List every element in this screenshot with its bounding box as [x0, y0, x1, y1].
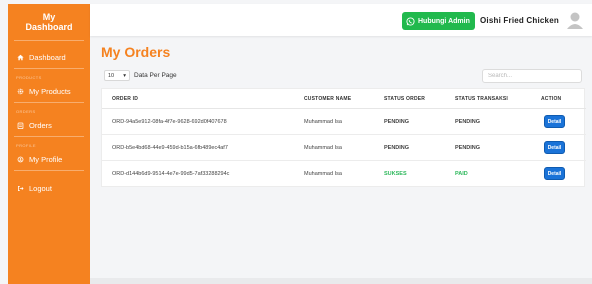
per-page-value: 10	[108, 72, 115, 79]
sidebar-item-label: Logout	[29, 183, 52, 193]
detail-button[interactable]: Detail	[544, 167, 565, 180]
orders-table: ORDER ID CUSTOMER NAME STATUS ORDER STAT…	[101, 88, 586, 187]
sidebar-item-orders[interactable]: Orders	[8, 114, 90, 136]
status-order-cell: SUKSES	[384, 171, 407, 177]
search-input[interactable]	[482, 69, 582, 83]
table-row: ORD-94a5e912-08fa-4f7e-9628-692d0f407678…	[102, 109, 586, 135]
sidebar-item-logout[interactable]: Logout	[8, 177, 90, 199]
sidebar-item-products[interactable]: My Products	[8, 80, 90, 102]
order-id-cell: ORD-d144b6d9-9514-4e7e-99d5-7af33288294c	[112, 171, 230, 177]
column-header-status-transaksi: STATUS TRANSAKSI	[455, 96, 509, 102]
contact-admin-button[interactable]: Hubungi Admin	[402, 12, 475, 30]
customer-name-cell: Muhammad Isa	[304, 119, 342, 125]
table-toolbar: 10 ▾ Data Per Page	[104, 70, 177, 81]
detail-button[interactable]: Detail	[544, 115, 565, 128]
user-gear-icon	[16, 155, 24, 163]
sidebar-item-profile[interactable]: My Profile	[8, 148, 90, 170]
status-order-cell: PENDING	[384, 119, 410, 125]
detail-button[interactable]: Detail	[544, 141, 565, 154]
sidebar: My Dashboard Dashboard PRODUCTS My Produ…	[8, 4, 90, 284]
table-header: ORDER ID CUSTOMER NAME STATUS ORDER STAT…	[102, 89, 586, 109]
brand-line-1: My	[42, 12, 56, 22]
app-root: My Dashboard Dashboard PRODUCTS My Produ…	[0, 0, 592, 284]
status-transaksi-cell: PENDING	[455, 119, 481, 125]
avatar[interactable]	[565, 10, 585, 30]
column-header-customer-name: CUSTOMER NAME	[304, 96, 352, 102]
sidebar-item-label: My Products	[29, 86, 71, 96]
column-header-order-id: ORDER ID	[112, 96, 139, 102]
brand-line-2: Dashboard	[25, 22, 73, 32]
gear-icon	[16, 87, 24, 95]
status-transaksi-cell: PAID	[455, 171, 468, 177]
order-id-cell: ORD-94a5e912-08fa-4f7e-9628-692d0f407678	[112, 119, 227, 125]
column-header-status-order: STATUS ORDER	[384, 96, 426, 102]
store-name: Oishi Fried Chicken	[480, 16, 559, 25]
customer-name-cell: Muhammad Isa	[304, 145, 342, 151]
horizontal-scrollbar[interactable]	[90, 278, 592, 284]
per-page-label: Data Per Page	[134, 72, 177, 79]
contact-admin-label: Hubungi Admin	[418, 17, 470, 25]
sidebar-item-label: My Profile	[29, 154, 63, 164]
customer-name-cell: Muhammad Isa	[304, 171, 342, 177]
whatsapp-icon	[406, 16, 415, 26]
logout-icon	[16, 184, 24, 192]
order-id-cell: ORD-b5e4bd68-44e9-459d-b15a-6fb489ec4af7	[112, 145, 228, 151]
per-page-select[interactable]: 10 ▾	[104, 70, 130, 81]
clipboard-icon	[16, 121, 24, 129]
chevron-down-icon: ▾	[123, 72, 126, 79]
sidebar-item-label: Dashboard	[29, 52, 66, 62]
brand-logo[interactable]: My Dashboard	[8, 4, 90, 40]
table-row: ORD-b5e4bd68-44e9-459d-b15a-6fb489ec4af7…	[102, 135, 586, 161]
status-order-cell: PENDING	[384, 145, 410, 151]
sidebar-item-label: Orders	[29, 120, 52, 130]
page-title: My Orders	[101, 44, 171, 60]
sidebar-item-dashboard[interactable]: Dashboard	[8, 46, 90, 68]
column-header-action: ACTION	[541, 96, 562, 102]
topbar: Hubungi Admin Oishi Fried Chicken	[90, 4, 592, 36]
table-row: ORD-d144b6d9-9514-4e7e-99d5-7af33288294c…	[102, 161, 586, 187]
home-icon	[16, 53, 24, 61]
status-transaksi-cell: PENDING	[455, 145, 481, 151]
